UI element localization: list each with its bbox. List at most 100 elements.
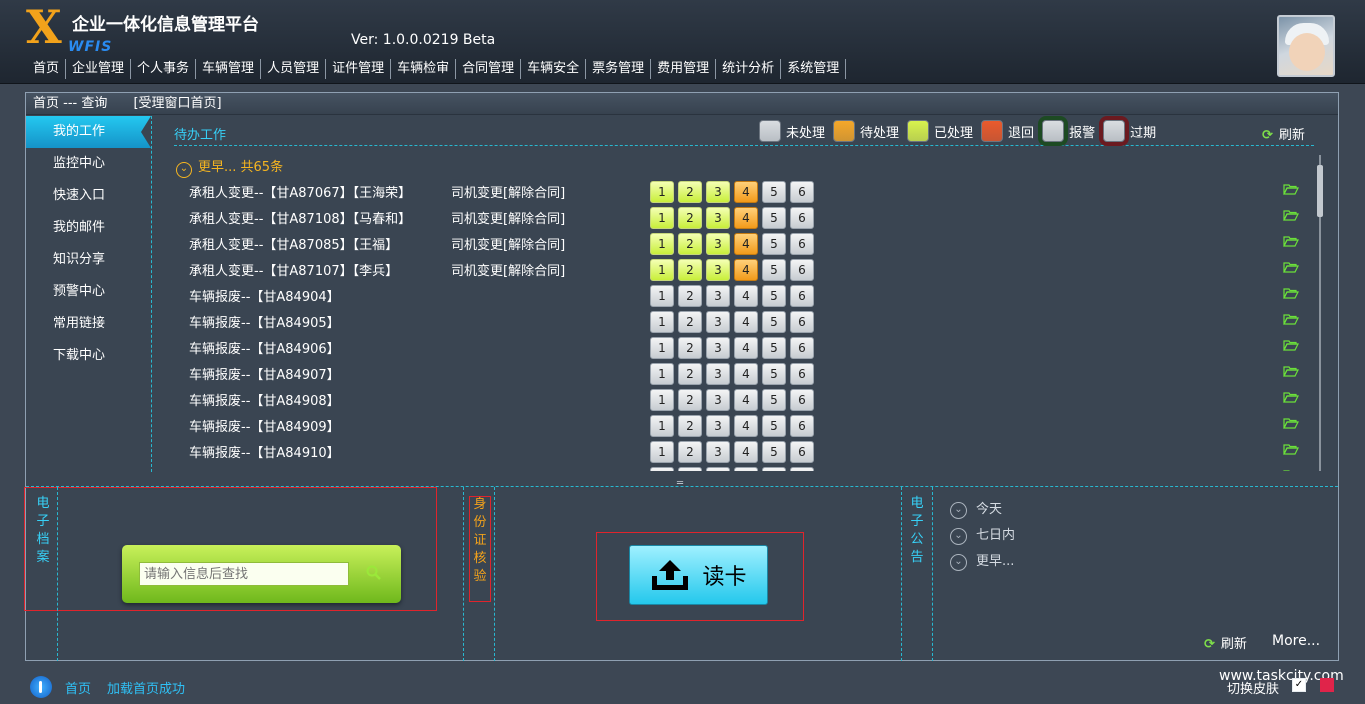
todo-title[interactable]: 承租人变更--【甘A87108】【马春和】 (189, 208, 411, 227)
folder-open-icon[interactable] (1283, 209, 1299, 221)
step-3[interactable]: 3 (706, 233, 730, 255)
step-3[interactable]: 3 (706, 389, 730, 411)
step-5[interactable]: 5 (762, 181, 786, 203)
notice-item[interactable]: ⌄ 更早... (950, 549, 1015, 575)
todo-row[interactable]: 车辆报废--【甘A84904】 1 2 3 4 5 6 (189, 283, 1309, 309)
folder-open-icon[interactable] (1283, 235, 1299, 247)
step-6[interactable]: 6 (790, 415, 814, 437)
notice-item[interactable]: ⌄ 七日内 (950, 523, 1015, 549)
todo-row[interactable]: 车辆报废--【甘A84906】 1 2 3 4 5 6 (189, 335, 1309, 361)
nav-item-10[interactable]: 费用管理 (651, 59, 717, 79)
step-5[interactable]: 5 (762, 337, 786, 359)
sidebar-item-5[interactable]: 预警中心 (26, 276, 151, 308)
folder-open-icon[interactable] (1283, 365, 1299, 377)
step-5[interactable]: 5 (762, 389, 786, 411)
todo-row[interactable]: 车辆报废--【甘A84908】 1 2 3 4 5 6 (189, 387, 1309, 413)
nav-item-2[interactable]: 个人事务 (131, 59, 197, 79)
sidebar-item-4[interactable]: 知识分享 (26, 244, 151, 276)
step-2[interactable]: 2 (678, 337, 702, 359)
todo-title[interactable]: 车辆报废--【甘A84909】 (189, 416, 340, 435)
sidebar-item-6[interactable]: 常用链接 (26, 308, 151, 340)
folder-open-icon[interactable] (1283, 417, 1299, 429)
step-4[interactable]: 4 (734, 363, 758, 385)
nav-item-12[interactable]: 系统管理 (781, 59, 847, 79)
step-2[interactable]: 2 (678, 207, 702, 229)
step-1[interactable]: 1 (650, 285, 674, 307)
step-3[interactable]: 3 (706, 181, 730, 203)
step-5[interactable]: 5 (762, 467, 786, 471)
status-home-link[interactable]: 首页 (65, 678, 91, 697)
step-4[interactable]: 4 (734, 207, 758, 229)
split-handle[interactable]: ═ (677, 478, 683, 489)
scrollbar-thumb[interactable] (1317, 165, 1323, 217)
sidebar-item-3[interactable]: 我的邮件 (26, 212, 151, 244)
step-3[interactable]: 3 (706, 467, 730, 471)
todo-title[interactable]: 车辆报废--【甘A84906】 (189, 338, 340, 357)
step-1[interactable]: 1 (650, 207, 674, 229)
search-icon[interactable] (365, 564, 383, 582)
step-3[interactable]: 3 (706, 363, 730, 385)
step-2[interactable]: 2 (678, 363, 702, 385)
step-5[interactable]: 5 (762, 363, 786, 385)
step-4[interactable]: 4 (734, 311, 758, 333)
step-6[interactable]: 6 (790, 181, 814, 203)
step-5[interactable]: 5 (762, 311, 786, 333)
step-1[interactable]: 1 (650, 233, 674, 255)
step-2[interactable]: 2 (678, 415, 702, 437)
folder-open-icon[interactable] (1283, 469, 1299, 471)
step-5[interactable]: 5 (762, 207, 786, 229)
step-3[interactable]: 3 (706, 259, 730, 281)
step-1[interactable]: 1 (650, 389, 674, 411)
step-2[interactable]: 2 (678, 389, 702, 411)
todo-row[interactable]: 车辆报废--【甘A84909】 1 2 3 4 5 6 (189, 413, 1309, 439)
step-6[interactable]: 6 (790, 311, 814, 333)
step-4[interactable]: 4 (734, 337, 758, 359)
step-2[interactable]: 2 (678, 181, 702, 203)
step-4[interactable]: 4 (734, 285, 758, 307)
folder-open-icon[interactable] (1283, 391, 1299, 403)
step-5[interactable]: 5 (762, 441, 786, 463)
step-5[interactable]: 5 (762, 259, 786, 281)
step-6[interactable]: 6 (790, 207, 814, 229)
sidebar-item-7[interactable]: 下载中心 (26, 340, 151, 372)
step-1[interactable]: 1 (650, 363, 674, 385)
sidebar-item-0[interactable]: 我的工作 (26, 116, 151, 148)
step-4[interactable]: 4 (734, 389, 758, 411)
step-4[interactable]: 4 (734, 259, 758, 281)
step-1[interactable]: 1 (650, 467, 674, 471)
skin-checkbox[interactable]: ✓ (1292, 678, 1306, 692)
todo-row[interactable]: 车辆报废--【甘A84911】 123456 (189, 465, 1309, 471)
step-2[interactable]: 2 (678, 285, 702, 307)
step-2[interactable]: 2 (678, 259, 702, 281)
todo-title[interactable]: 车辆报废--【甘A84905】 (189, 312, 340, 331)
nav-item-0[interactable]: 首页 (27, 59, 67, 79)
step-4[interactable]: 4 (734, 415, 758, 437)
todo-row[interactable]: 承租人变更--【甘A87085】【王福】 司机变更[解除合同] 1 2 3 4 5 6 (189, 231, 1309, 257)
step-4[interactable]: 4 (734, 181, 758, 203)
step-6[interactable]: 6 (790, 389, 814, 411)
todo-title[interactable]: 车辆报废--【甘A84910】 (189, 442, 340, 461)
nav-item-4[interactable]: 人员管理 (261, 59, 327, 79)
step-1[interactable]: 1 (650, 259, 674, 281)
step-1[interactable]: 1 (650, 181, 674, 203)
step-6[interactable]: 6 (790, 233, 814, 255)
nav-item-7[interactable]: 合同管理 (456, 59, 522, 79)
step-6[interactable]: 6 (790, 467, 814, 471)
step-3[interactable]: 3 (706, 337, 730, 359)
todo-row[interactable]: 车辆报废--【甘A84907】 1 2 3 4 5 6 (189, 361, 1309, 387)
step-2[interactable]: 2 (678, 311, 702, 333)
todo-row[interactable]: 承租人变更--【甘A87107】【李兵】 司机变更[解除合同] 1 2 3 4 5 6 (189, 257, 1309, 283)
todo-title[interactable]: 车辆报废--【甘A84908】 (189, 390, 340, 409)
read-card-button[interactable]: 读卡 (629, 545, 768, 605)
todo-title[interactable]: 车辆报废--【甘A84911】 (189, 468, 340, 471)
step-1[interactable]: 1 (650, 337, 674, 359)
todo-row[interactable]: 车辆报废--【甘A84905】 1 2 3 4 5 6 (189, 309, 1309, 335)
nav-item-5[interactable]: 证件管理 (326, 59, 392, 79)
todo-row[interactable]: 车辆报废--【甘A84910】 1 2 3 4 5 6 (189, 439, 1309, 465)
notice-more-link[interactable]: More... (1272, 633, 1320, 649)
earlier-link[interactable]: ⌄ 更早... 共65条 (176, 156, 283, 178)
step-3[interactable]: 3 (706, 415, 730, 437)
scrollbar[interactable] (1316, 155, 1324, 471)
step-3[interactable]: 3 (706, 207, 730, 229)
step-6[interactable]: 6 (790, 337, 814, 359)
